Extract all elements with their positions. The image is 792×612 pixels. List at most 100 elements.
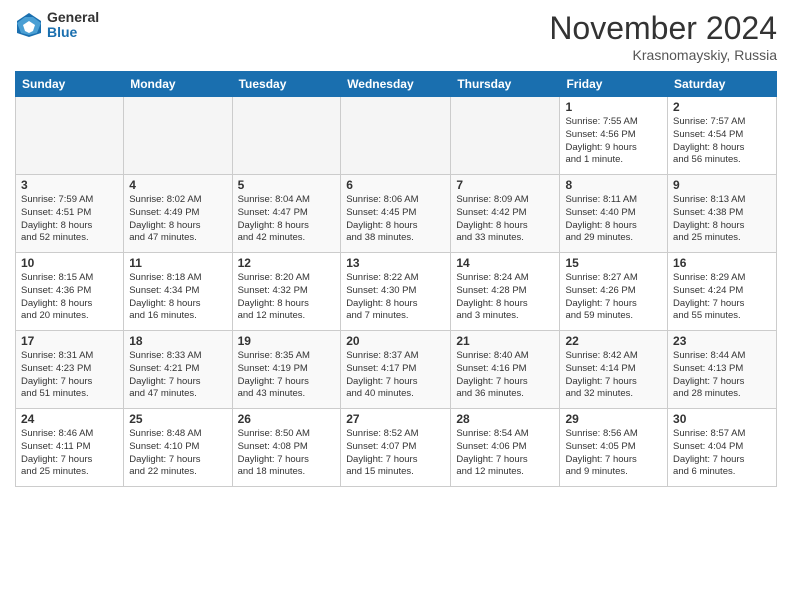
logo-text: General Blue xyxy=(47,10,99,41)
day-cell: 5 Sunrise: 8:04 AM Sunset: 4:47 PM Daylig… xyxy=(232,175,341,253)
day-info: Sunrise: 8:29 AM Sunset: 4:24 PM Dayligh… xyxy=(673,272,771,323)
col-tuesday: Tuesday xyxy=(232,72,341,97)
day-number: 19 xyxy=(238,334,336,348)
day-cell: 1Sunrise: 7:55 AM Sunset: 4:56 PM Daylig… xyxy=(560,97,668,175)
day-info: Sunrise: 8:06 AM Sunset: 4:45 PM Dayligh… xyxy=(346,194,445,245)
day-number: 30 xyxy=(673,412,771,426)
day-number: 4 xyxy=(129,178,226,192)
day-number: 3 xyxy=(21,178,118,192)
day-number: 10 xyxy=(21,256,118,270)
day-info: Sunrise: 8:54 AM Sunset: 4:06 PM Dayligh… xyxy=(456,428,554,479)
day-info: Sunrise: 8:52 AM Sunset: 4:07 PM Dayligh… xyxy=(346,428,445,479)
location: Krasnomayskiy, Russia xyxy=(549,47,777,63)
day-cell xyxy=(451,97,560,175)
day-info: Sunrise: 7:57 AM Sunset: 4:54 PM Dayligh… xyxy=(673,116,771,167)
day-number: 18 xyxy=(129,334,226,348)
day-cell: 12Sunrise: 8:20 AM Sunset: 4:32 PM Dayli… xyxy=(232,253,341,331)
day-number: 11 xyxy=(129,256,226,270)
day-info: Sunrise: 8:04 AM Sunset: 4:47 PM Dayligh… xyxy=(238,194,336,245)
day-cell: 22Sunrise: 8:42 AM Sunset: 4:14 PM Dayli… xyxy=(560,331,668,409)
day-number: 2 xyxy=(673,100,771,114)
day-cell: 24Sunrise: 8:46 AM Sunset: 4:11 PM Dayli… xyxy=(16,409,124,487)
day-number: 20 xyxy=(346,334,445,348)
day-cell: 26 Sunrise: 8:50 AM Sunset: 4:08 PM Dayli… xyxy=(232,409,341,487)
day-number: 29 xyxy=(565,412,662,426)
day-info: Sunrise: 8:56 AM Sunset: 4:05 PM Dayligh… xyxy=(565,428,662,479)
day-cell: 7Sunrise: 8:09 AM Sunset: 4:42 PM Daylig… xyxy=(451,175,560,253)
month-title: November 2024 xyxy=(549,10,777,47)
day-info: Sunrise: 8:35 AM Sunset: 4:19 PM Dayligh… xyxy=(238,350,336,401)
day-number: 7 xyxy=(456,178,554,192)
day-info: Sunrise: 8:46 AM Sunset: 4:11 PM Dayligh… xyxy=(21,428,118,479)
day-cell: 18 Sunrise: 8:33 AM Sunset: 4:21 PM Dayli… xyxy=(124,331,232,409)
col-friday: Friday xyxy=(560,72,668,97)
day-cell: 6 Sunrise: 8:06 AM Sunset: 4:45 PM Daylig… xyxy=(341,175,451,253)
logo-icon xyxy=(15,11,43,39)
title-block: November 2024 Krasnomayskiy, Russia xyxy=(549,10,777,63)
day-number: 21 xyxy=(456,334,554,348)
day-cell xyxy=(232,97,341,175)
day-info: Sunrise: 8:48 AM Sunset: 4:10 PM Dayligh… xyxy=(129,428,226,479)
day-info: Sunrise: 8:37 AM Sunset: 4:17 PM Dayligh… xyxy=(346,350,445,401)
week-row-4: 17 Sunrise: 8:31 AM Sunset: 4:23 PM Dayli… xyxy=(16,331,777,409)
day-info: Sunrise: 8:15 AM Sunset: 4:36 PM Dayligh… xyxy=(21,272,118,323)
logo-general-text: General xyxy=(47,10,99,25)
day-number: 6 xyxy=(346,178,445,192)
day-cell xyxy=(341,97,451,175)
logo: General Blue xyxy=(15,10,99,41)
day-info: Sunrise: 8:27 AM Sunset: 4:26 PM Dayligh… xyxy=(565,272,662,323)
day-info: Sunrise: 8:57 AM Sunset: 4:04 PM Dayligh… xyxy=(673,428,771,479)
day-cell: 8 Sunrise: 8:11 AM Sunset: 4:40 PM Daylig… xyxy=(560,175,668,253)
day-cell: 19 Sunrise: 8:35 AM Sunset: 4:19 PM Dayli… xyxy=(232,331,341,409)
day-cell: 27Sunrise: 8:52 AM Sunset: 4:07 PM Dayli… xyxy=(341,409,451,487)
page: General Blue November 2024 Krasnomayskiy… xyxy=(0,0,792,612)
day-number: 25 xyxy=(129,412,226,426)
day-info: Sunrise: 8:11 AM Sunset: 4:40 PM Dayligh… xyxy=(565,194,662,245)
day-number: 5 xyxy=(238,178,336,192)
day-cell: 16 Sunrise: 8:29 AM Sunset: 4:24 PM Dayli… xyxy=(668,253,777,331)
day-number: 14 xyxy=(456,256,554,270)
col-thursday: Thursday xyxy=(451,72,560,97)
day-cell xyxy=(16,97,124,175)
day-cell: 20 Sunrise: 8:37 AM Sunset: 4:17 PM Dayli… xyxy=(341,331,451,409)
day-info: Sunrise: 8:20 AM Sunset: 4:32 PM Dayligh… xyxy=(238,272,336,323)
day-cell: 13 Sunrise: 8:22 AM Sunset: 4:30 PM Dayli… xyxy=(341,253,451,331)
calendar: Sunday Monday Tuesday Wednesday Thursday… xyxy=(15,71,777,487)
col-sunday: Sunday xyxy=(16,72,124,97)
day-cell: 14Sunrise: 8:24 AM Sunset: 4:28 PM Dayli… xyxy=(451,253,560,331)
day-number: 23 xyxy=(673,334,771,348)
day-info: Sunrise: 8:22 AM Sunset: 4:30 PM Dayligh… xyxy=(346,272,445,323)
day-info: Sunrise: 8:44 AM Sunset: 4:13 PM Dayligh… xyxy=(673,350,771,401)
week-row-2: 3 Sunrise: 7:59 AM Sunset: 4:51 PM Daylig… xyxy=(16,175,777,253)
day-cell: 17 Sunrise: 8:31 AM Sunset: 4:23 PM Dayli… xyxy=(16,331,124,409)
day-cell: 2 Sunrise: 7:57 AM Sunset: 4:54 PM Daylig… xyxy=(668,97,777,175)
col-wednesday: Wednesday xyxy=(341,72,451,97)
day-cell: 28Sunrise: 8:54 AM Sunset: 4:06 PM Dayli… xyxy=(451,409,560,487)
day-cell: 30 Sunrise: 8:57 AM Sunset: 4:04 PM Dayli… xyxy=(668,409,777,487)
header: General Blue November 2024 Krasnomayskiy… xyxy=(15,10,777,63)
day-cell xyxy=(124,97,232,175)
day-cell: 3 Sunrise: 7:59 AM Sunset: 4:51 PM Daylig… xyxy=(16,175,124,253)
day-cell: 29 Sunrise: 8:56 AM Sunset: 4:05 PM Dayli… xyxy=(560,409,668,487)
week-row-1: 1Sunrise: 7:55 AM Sunset: 4:56 PM Daylig… xyxy=(16,97,777,175)
day-info: Sunrise: 8:50 AM Sunset: 4:08 PM Dayligh… xyxy=(238,428,336,479)
day-info: Sunrise: 7:59 AM Sunset: 4:51 PM Dayligh… xyxy=(21,194,118,245)
day-cell: 15Sunrise: 8:27 AM Sunset: 4:26 PM Dayli… xyxy=(560,253,668,331)
day-cell: 11Sunrise: 8:18 AM Sunset: 4:34 PM Dayli… xyxy=(124,253,232,331)
col-monday: Monday xyxy=(124,72,232,97)
day-number: 26 xyxy=(238,412,336,426)
day-cell: 10 Sunrise: 8:15 AM Sunset: 4:36 PM Dayli… xyxy=(16,253,124,331)
day-number: 13 xyxy=(346,256,445,270)
logo-blue-text: Blue xyxy=(47,25,99,40)
day-info: Sunrise: 8:13 AM Sunset: 4:38 PM Dayligh… xyxy=(673,194,771,245)
day-number: 8 xyxy=(565,178,662,192)
day-info: Sunrise: 8:40 AM Sunset: 4:16 PM Dayligh… xyxy=(456,350,554,401)
day-number: 16 xyxy=(673,256,771,270)
day-number: 9 xyxy=(673,178,771,192)
day-info: Sunrise: 8:33 AM Sunset: 4:21 PM Dayligh… xyxy=(129,350,226,401)
day-info: Sunrise: 7:55 AM Sunset: 4:56 PM Dayligh… xyxy=(565,116,662,167)
day-number: 17 xyxy=(21,334,118,348)
day-info: Sunrise: 8:31 AM Sunset: 4:23 PM Dayligh… xyxy=(21,350,118,401)
day-number: 22 xyxy=(565,334,662,348)
day-cell: 21 Sunrise: 8:40 AM Sunset: 4:16 PM Dayli… xyxy=(451,331,560,409)
